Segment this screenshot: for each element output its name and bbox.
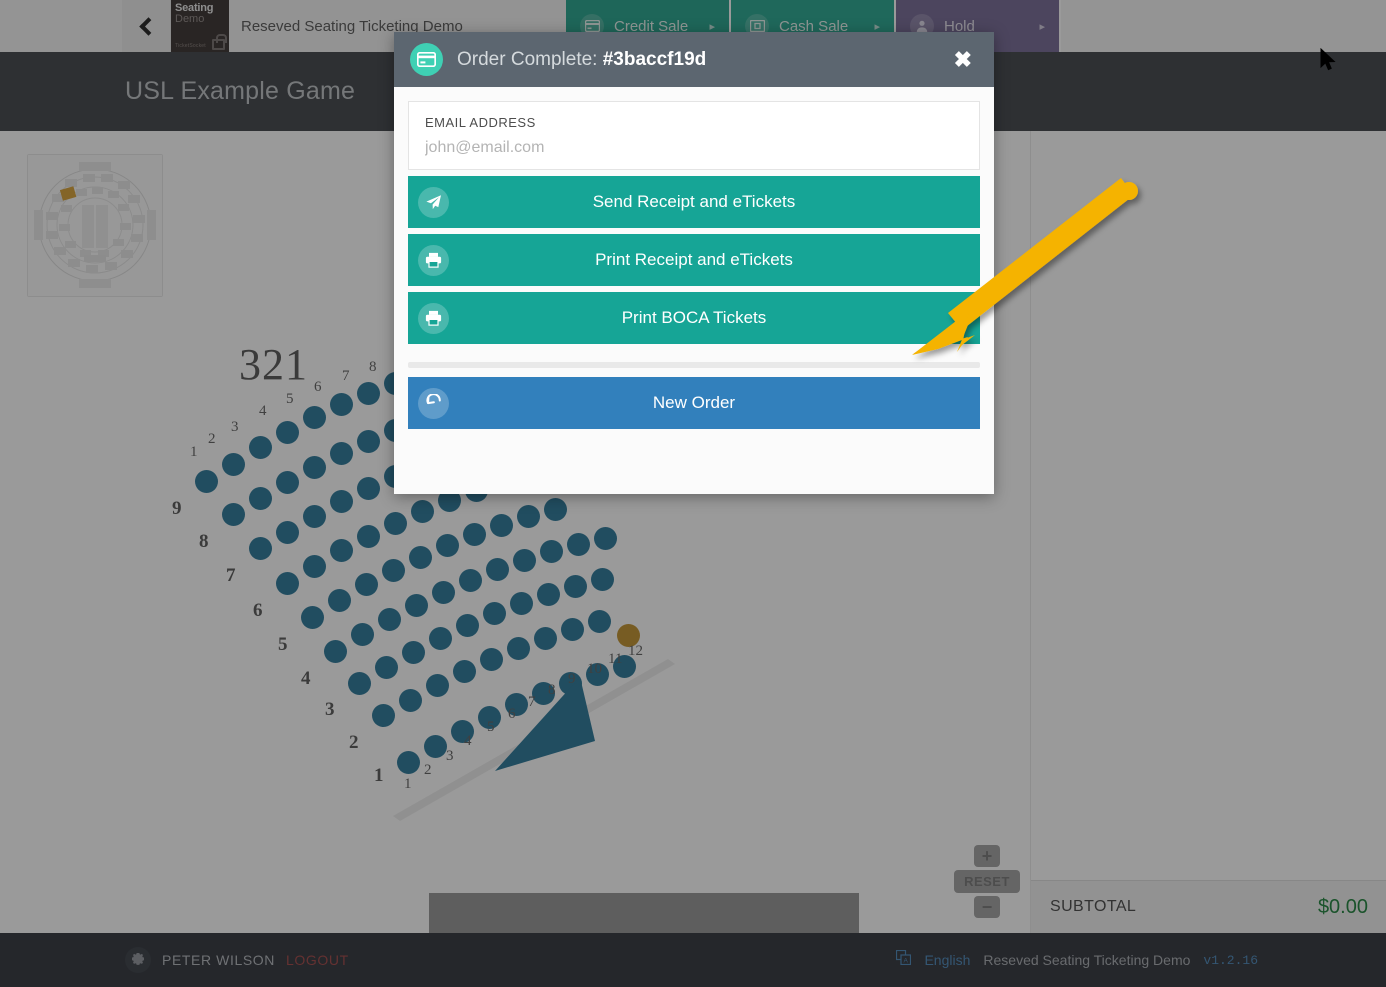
printer-icon (418, 302, 449, 334)
modal-title-prefix: Order Complete: (457, 48, 603, 70)
modal-header: Order Complete: #3baccf19d ✖ (394, 32, 994, 87)
new-order-label: New Order (652, 393, 736, 412)
print-boca-tickets-button[interactable]: Print BOCA Tickets (408, 292, 980, 344)
order-id: #3baccf19d (602, 48, 707, 70)
print-receipt-and-etickets-label: Print Receipt and eTickets (595, 250, 793, 269)
email-field-group: EMAIL ADDRESS (408, 101, 980, 170)
email-input[interactable] (425, 139, 963, 157)
print-boca-tickets-label: Print BOCA Tickets (621, 308, 767, 327)
credit-card-icon (410, 43, 443, 76)
app-root: Seating Demo TicketSocket Reseved Seatin… (0, 0, 1386, 987)
print-receipt-and-etickets-button[interactable]: Print Receipt and eTickets (408, 234, 980, 286)
send-receipt-and-etickets-label: Send Receipt and eTickets (592, 192, 796, 211)
paper-plane-icon (418, 186, 449, 218)
close-icon[interactable]: ✖ (948, 45, 978, 75)
printer-icon (418, 244, 449, 276)
send-receipt-and-etickets-button[interactable]: Send Receipt and eTickets (408, 176, 980, 228)
modal-body: EMAIL ADDRESS Send Receipt and eTickets … (394, 87, 994, 445)
order-complete-modal: Order Complete: #3baccf19d ✖ EMAIL ADDRE… (394, 32, 994, 494)
email-field-label: EMAIL ADDRESS (425, 115, 536, 130)
modal-divider (408, 362, 980, 368)
new-order-button[interactable]: New Order (408, 377, 980, 429)
modal-title: Order Complete: #3baccf19d (457, 49, 934, 71)
mouse-cursor (1320, 47, 1336, 77)
refresh-icon (418, 387, 449, 419)
